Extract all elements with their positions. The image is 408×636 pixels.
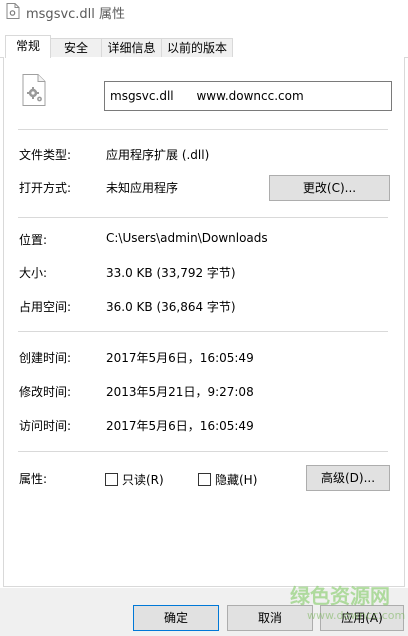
size-on-disk-value: 36.0 KB (36,864 字节) bbox=[106, 300, 236, 314]
hidden-label[interactable]: 隐藏(H) bbox=[215, 471, 257, 488]
open-with-label: 打开方式: bbox=[19, 181, 72, 195]
separator bbox=[18, 129, 388, 130]
created-value: 2017年5月6日，16:05:49 bbox=[106, 351, 254, 365]
window-title: msgsvc.dll 属性 bbox=[26, 7, 126, 22]
file-type-value: 应用程序扩展 (.dll) bbox=[106, 148, 210, 162]
open-with-value: 未知应用程序 bbox=[106, 181, 179, 195]
tab-details[interactable]: 详细信息 bbox=[101, 38, 162, 58]
tab-previous-versions[interactable]: 以前的版本 bbox=[161, 38, 233, 58]
location-label: 位置: bbox=[19, 233, 48, 247]
modified-label: 修改时间: bbox=[19, 385, 72, 399]
size-value: 33.0 KB (33,792 字节) bbox=[106, 266, 236, 280]
tab-label: 详细信息 bbox=[107, 41, 156, 55]
dll-file-gear-icon bbox=[22, 74, 46, 106]
tab-label: 以前的版本 bbox=[166, 41, 227, 55]
general-panel bbox=[3, 57, 405, 587]
title-bar[interactable]: msgsvc.dll 属性 bbox=[0, 0, 408, 22]
location-value: C:\Users\admin\Downloads bbox=[106, 231, 268, 245]
tab-security[interactable]: 安全 bbox=[50, 38, 102, 58]
tab-label: 常规 bbox=[15, 39, 40, 53]
separator bbox=[18, 451, 388, 452]
size-on-disk-label: 占用空间: bbox=[19, 300, 72, 314]
tab-label: 安全 bbox=[63, 41, 88, 55]
filename-input[interactable]: msgsvc.dll www.downcc.com bbox=[104, 81, 392, 111]
watermark-url: www.downcc.com bbox=[307, 609, 406, 622]
dll-file-icon bbox=[6, 3, 20, 19]
readonly-checkbox[interactable] bbox=[105, 473, 118, 486]
advanced-button[interactable]: 高级(D)... bbox=[306, 465, 390, 491]
size-label: 大小: bbox=[19, 266, 48, 280]
hidden-checkbox[interactable] bbox=[198, 473, 211, 486]
separator bbox=[18, 331, 388, 332]
attributes-label: 属性: bbox=[19, 472, 48, 486]
readonly-label[interactable]: 只读(R) bbox=[122, 471, 164, 488]
accessed-value: 2017年5月6日，16:05:49 bbox=[106, 419, 254, 433]
created-label: 创建时间: bbox=[19, 351, 72, 365]
watermark-text: 绿色资源网 bbox=[290, 584, 390, 608]
separator bbox=[18, 217, 388, 218]
modified-value: 2013年5月21日，9:27:08 bbox=[106, 385, 254, 399]
ok-button[interactable]: 确定 bbox=[133, 605, 219, 631]
tab-general[interactable]: 常规 bbox=[5, 35, 51, 58]
change-button[interactable]: 更改(C)... bbox=[269, 175, 390, 201]
file-type-label: 文件类型: bbox=[19, 148, 72, 162]
accessed-label: 访问时间: bbox=[19, 419, 72, 433]
